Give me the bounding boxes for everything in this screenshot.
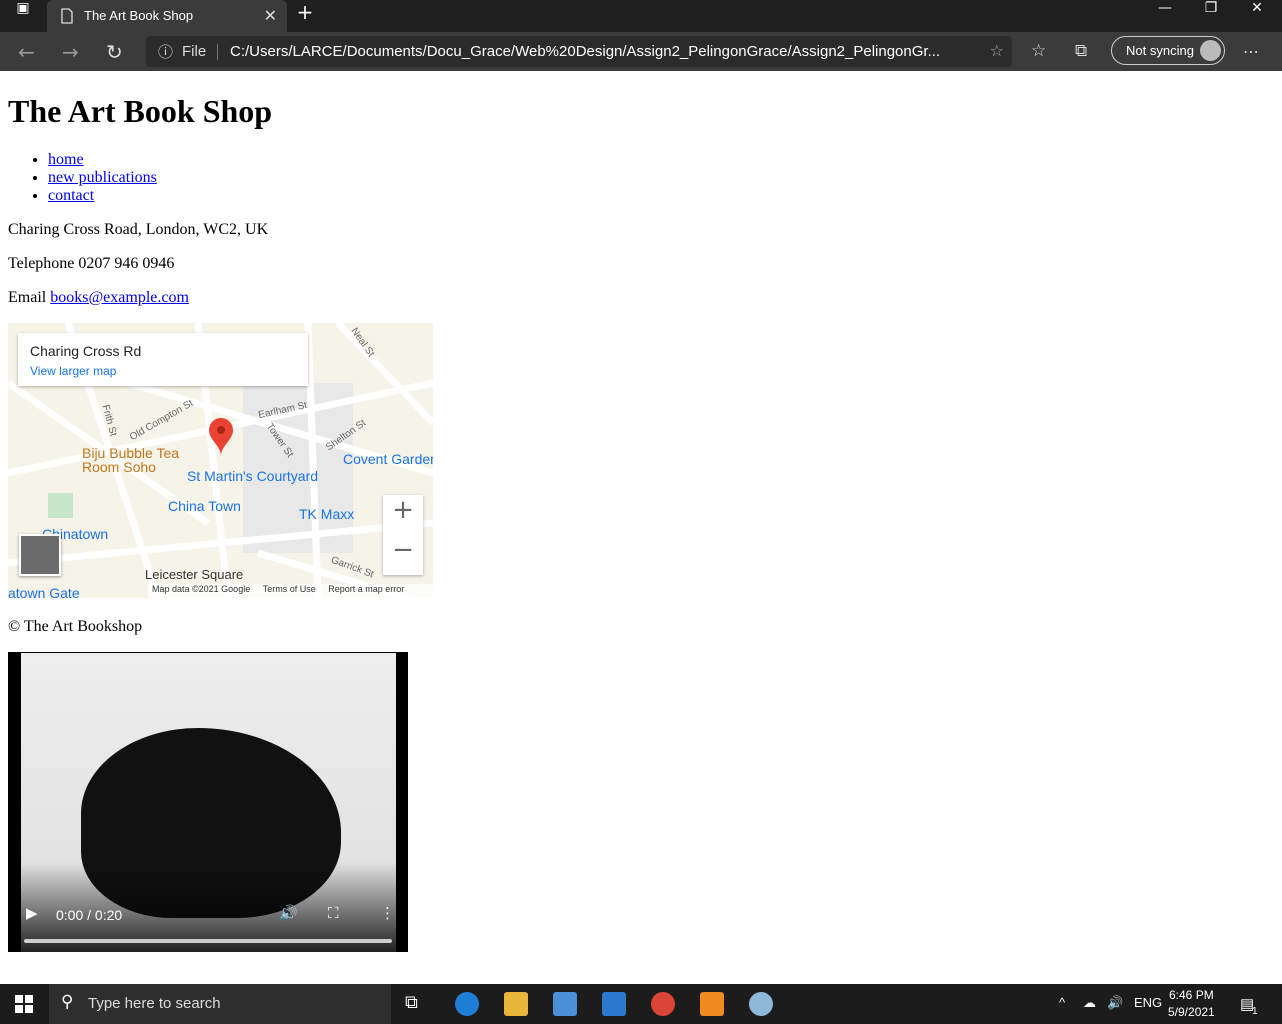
map-label: TK Maxx <box>299 506 355 522</box>
tab-actions-icon[interactable]: ▣ <box>0 0 46 32</box>
file-explorer-icon[interactable] <box>504 992 528 1016</box>
page-title: The Art Book Shop <box>8 93 273 129</box>
map-label: St Martin's Courtyard <box>187 468 319 484</box>
add-favorite-icon[interactable]: ☆ <box>990 41 1004 60</box>
sync-label: Not syncing <box>1126 43 1194 58</box>
map-label: China Town <box>168 498 241 514</box>
new-tab-button[interactable]: + <box>282 0 328 32</box>
avatar <box>1200 40 1221 61</box>
email-line: Email books@example.com <box>8 289 189 307</box>
favorites-icon[interactable]: ☆ <box>1031 41 1046 61</box>
map-place-name: Charing Cross Rd <box>30 343 142 359</box>
page-icon <box>60 8 74 29</box>
volume-tray-icon[interactable]: 🔊 <box>1107 995 1123 1011</box>
map-footer: Map data ©2021 Google Terms of Use Repor… <box>148 584 433 598</box>
nav-link-contact[interactable]: contact <box>48 187 94 204</box>
close-icon[interactable]: ✕ <box>264 6 277 25</box>
address-url[interactable]: C:/Users/LARCE/Documents/Docu_Grace/Web%… <box>230 43 940 60</box>
task-view-icon[interactable]: ⧉ <box>405 992 429 1016</box>
collections-icon[interactable]: ⧉ <box>1075 41 1087 61</box>
search-icon: ⚲ <box>61 992 74 1012</box>
map-info-card: Charing Cross Rd View larger map <box>18 333 308 386</box>
map-label: Covent Garden <box>343 451 433 467</box>
email-link[interactable]: books@example.com <box>50 289 189 306</box>
more-menu-icon[interactable]: ⋯ <box>1243 42 1259 61</box>
nav-link-home[interactable]: home <box>48 151 84 168</box>
back-icon[interactable]: ← <box>18 40 35 64</box>
video-controls: ▶ 0:00 / 0:20 🔊 ⛶ ⋮ <box>8 862 408 952</box>
cloud-icon[interactable]: ☁ <box>1083 995 1096 1011</box>
clock[interactable]: 6:46 PM 5/9/2021 <box>1168 987 1215 1021</box>
nav-item-contact: contact <box>48 187 157 205</box>
address-bar[interactable]: ⓘ File C:/Users/LARCE/Documents/Docu_Gra… <box>146 36 1012 67</box>
zoom-out-button[interactable]: − <box>383 535 423 575</box>
edge-icon[interactable] <box>455 992 479 1016</box>
browser-tab-bar: ▣ The Art Book Shop ✕ + — ❐ ✕ <box>0 0 1282 32</box>
report-error-link[interactable]: Report a map error <box>328 584 404 594</box>
nav-item-new-publications: new publications <box>48 169 157 187</box>
map-label: atown Gate <box>8 585 80 598</box>
video-player[interactable]: ▶ 0:00 / 0:20 🔊 ⛶ ⋮ <box>8 652 408 952</box>
view-larger-map-link[interactable]: View larger map <box>30 364 116 378</box>
video-progress-bar[interactable] <box>24 939 392 943</box>
volume-icon[interactable]: 🔊 <box>279 904 298 922</box>
address-text: Charing Cross Road, London, WC2, UK <box>8 221 269 238</box>
zoom-control: + − <box>383 495 423 575</box>
tab-title: The Art Book Shop <box>84 8 194 23</box>
search-placeholder: Type here to search <box>88 995 221 1012</box>
zoom-in-button[interactable]: + <box>383 495 423 535</box>
browser-toolbar: ← → ↻ ⓘ File C:/Users/LARCE/Documents/Do… <box>0 32 1282 71</box>
restore-button[interactable]: ❐ <box>1188 0 1234 32</box>
map-data-credit: Map data ©2021 Google <box>152 584 251 594</box>
video-time: 0:00 / 0:20 <box>56 907 123 923</box>
tab-active[interactable]: The Art Book Shop ✕ <box>47 0 287 32</box>
map-pin-icon[interactable] <box>206 418 236 458</box>
sublime-icon[interactable] <box>700 992 724 1016</box>
embedded-map[interactable]: Charing Cross Rd View larger map Biju Bu… <box>8 323 433 598</box>
address-scheme: File <box>182 43 207 60</box>
store-icon[interactable] <box>553 992 577 1016</box>
main-nav: home new publications contact <box>8 151 157 205</box>
fullscreen-icon[interactable]: ⛶ <box>328 904 339 922</box>
play-icon[interactable]: ▶ <box>26 904 38 922</box>
chevron-up-icon[interactable]: ^ <box>1059 995 1065 1010</box>
info-icon[interactable]: ⓘ <box>158 41 173 62</box>
terms-link[interactable]: Terms of Use <box>263 584 316 594</box>
sync-button[interactable]: Not syncing <box>1111 36 1225 65</box>
nav-item-home: home <box>48 151 157 169</box>
language-indicator[interactable]: ENG <box>1134 995 1162 1010</box>
telephone-text: Telephone 0207 946 0946 <box>8 255 175 272</box>
taskbar-search[interactable]: ⚲ Type here to search <box>49 984 391 1024</box>
satellite-toggle[interactable] <box>19 534 61 576</box>
paint-icon[interactable] <box>749 992 773 1016</box>
refresh-icon[interactable]: ↻ <box>106 40 123 64</box>
nav-link-new-publications[interactable]: new publications <box>48 169 157 186</box>
close-window-button[interactable]: ✕ <box>1234 0 1280 32</box>
forward-icon[interactable]: → <box>62 40 79 64</box>
windows-start-icon[interactable] <box>15 995 33 1013</box>
notification-count: 1 <box>1252 1006 1258 1017</box>
web-page: The Art Book Shop home new publications … <box>0 71 1282 983</box>
taskbar: ⚲ Type here to search ⧉ ^ ☁ 🔊 ENG 6:46 P… <box>0 984 1282 1024</box>
map-label: Leicester Square <box>145 567 244 582</box>
address-divider <box>217 44 218 60</box>
map-label: Room Soho <box>82 459 156 475</box>
clock-time: 6:46 PM <box>1169 988 1214 1002</box>
chrome-icon[interactable] <box>651 992 675 1016</box>
minimize-button[interactable]: — <box>1142 0 1188 32</box>
clock-date: 5/9/2021 <box>1168 1005 1215 1019</box>
more-options-icon[interactable]: ⋮ <box>380 904 395 922</box>
email-label: Email <box>8 289 51 306</box>
copyright-text: © The Art Bookshop <box>8 618 143 635</box>
mail-icon[interactable] <box>602 992 626 1016</box>
